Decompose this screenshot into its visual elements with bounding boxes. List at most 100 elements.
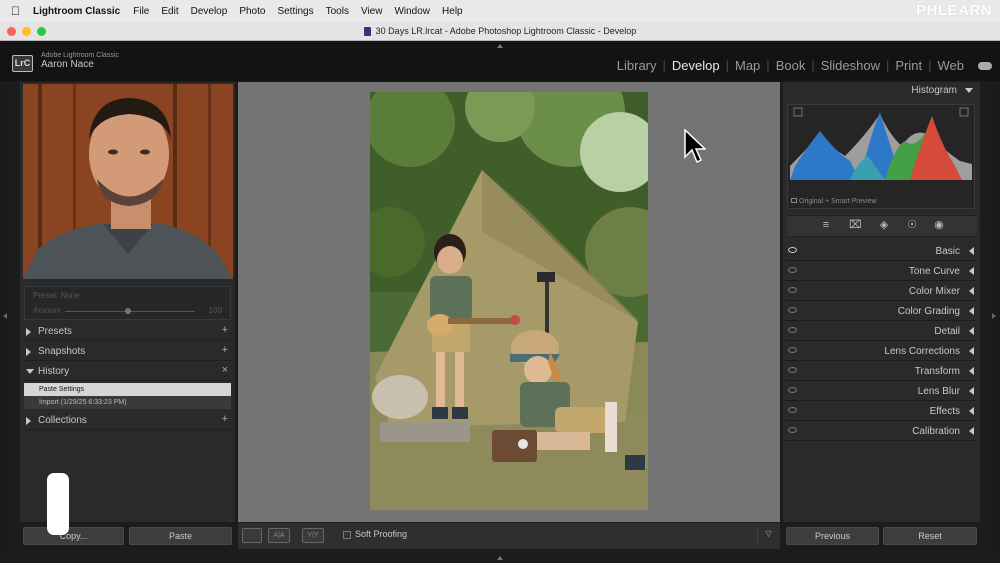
left-panel-toggle-icon[interactable] [3, 313, 7, 319]
before-after-view-button[interactable]: A|A [268, 528, 290, 543]
panel-transform[interactable]: Transform [785, 362, 978, 381]
menu-view[interactable]: View [361, 6, 383, 17]
eye-icon[interactable] [788, 347, 797, 353]
module-book[interactable]: Book [770, 58, 812, 73]
panel-color-mixer[interactable]: Color Mixer [785, 282, 978, 301]
zoom-window-button[interactable] [37, 27, 46, 36]
top-panel-toggle-icon[interactable] [497, 44, 503, 48]
mouse-cursor-icon [684, 129, 706, 164]
phlearn-watermark: PHLEARN [915, 2, 992, 19]
expand-triangle-icon [969, 327, 974, 335]
original-preview-icon [791, 198, 797, 203]
panel-color-mixer-label: Color Mixer [908, 286, 960, 297]
panel-tone-curve[interactable]: Tone Curve [785, 262, 978, 281]
previous-button[interactable]: Previous [786, 527, 879, 545]
add-preset-button[interactable]: + [222, 324, 228, 336]
before-after-split-button[interactable]: Y|Y [302, 528, 324, 543]
expand-triangle-icon [969, 247, 974, 255]
reset-button[interactable]: Reset [883, 527, 977, 545]
minimize-window-button[interactable] [22, 27, 31, 36]
close-window-button[interactable] [7, 27, 16, 36]
eye-icon[interactable] [788, 287, 797, 293]
menu-develop[interactable]: Develop [191, 6, 228, 17]
soft-proofing-checkbox[interactable] [343, 531, 351, 539]
amount-label: Amount [33, 306, 61, 315]
cloud-sync-icon[interactable] [978, 61, 992, 70]
expand-triangle-icon [969, 347, 974, 355]
menu-edit[interactable]: Edit [161, 6, 178, 17]
history-item-paste-settings[interactable]: Paste Settings [24, 383, 231, 396]
module-slideshow[interactable]: Slideshow [815, 58, 886, 73]
add-collection-button[interactable]: + [222, 413, 228, 425]
add-snapshot-button[interactable]: + [222, 344, 228, 356]
panel-lens-corrections-label: Lens Corrections [884, 346, 960, 357]
toolbar-content-dropdown[interactable]: ▽ [757, 529, 779, 542]
eye-icon[interactable] [788, 247, 797, 253]
loupe-view-button[interactable] [242, 528, 262, 543]
panel-basic[interactable]: Basic [785, 242, 978, 261]
identity-plate: Adobe Lightroom Classic Aaron Nace [41, 52, 119, 70]
paste-button[interactable]: Paste [129, 527, 232, 545]
panel-presets[interactable]: Presets + [23, 323, 232, 341]
copy-button[interactable]: Copy... [23, 527, 124, 545]
edit-sliders-icon[interactable]: ≡ [820, 219, 832, 231]
panel-detail[interactable]: Detail [785, 322, 978, 341]
eye-icon[interactable] [788, 327, 797, 333]
window-title: 30 Days LR.lrcat - Adobe Photoshop Light… [375, 26, 637, 36]
panel-history[interactable]: History × [23, 363, 232, 381]
eye-icon[interactable] [788, 307, 797, 313]
expand-triangle-icon [26, 328, 31, 336]
eye-icon[interactable] [788, 267, 797, 273]
module-web[interactable]: Web [932, 58, 971, 73]
panel-snapshots[interactable]: Snapshots + [23, 343, 232, 361]
right-panel-toggle-icon[interactable] [992, 313, 996, 319]
menu-photo[interactable]: Photo [239, 6, 265, 17]
amount-slider-knob[interactable] [125, 308, 131, 314]
healing-eraser-icon[interactable]: ◈ [878, 219, 890, 231]
menu-app-name[interactable]: Lightroom Classic [33, 6, 120, 17]
masking-icon[interactable]: ◉ [933, 219, 945, 231]
panel-collections[interactable]: Collections + [23, 412, 232, 430]
panel-calibration-label: Calibration [912, 426, 960, 437]
filmstrip-toggle-icon[interactable] [497, 556, 503, 560]
photo-preview[interactable] [370, 92, 648, 510]
panel-lens-blur-label: Lens Blur [917, 386, 960, 397]
expand-triangle-icon [969, 387, 974, 395]
eye-icon[interactable] [788, 427, 797, 433]
crop-icon[interactable]: ⌧ [849, 219, 862, 231]
panel-lens-corrections[interactable]: Lens Corrections [785, 342, 978, 361]
soft-proofing-label: Soft Proofing [355, 529, 408, 539]
panel-calibration[interactable]: Calibration [785, 422, 978, 441]
panel-color-grading[interactable]: Color Grading [785, 302, 978, 321]
menu-window[interactable]: Window [394, 6, 430, 17]
eye-icon[interactable] [788, 407, 797, 413]
collapse-triangle-icon [26, 369, 34, 374]
menu-file[interactable]: File [133, 6, 149, 17]
histogram-header[interactable]: Histogram [787, 85, 977, 99]
red-eye-icon[interactable]: ☉ [906, 219, 918, 231]
menu-help[interactable]: Help [442, 6, 463, 17]
module-print[interactable]: Print [889, 58, 928, 73]
expand-triangle-icon [969, 427, 974, 435]
traffic-lights [7, 27, 46, 36]
expand-triangle-icon [969, 267, 974, 275]
white-pill-overlay [47, 473, 69, 535]
clear-history-button[interactable]: × [222, 364, 228, 376]
panel-lens-blur[interactable]: Lens Blur [785, 382, 978, 401]
module-develop[interactable]: Develop [666, 58, 726, 73]
panel-history-label: History [38, 366, 70, 377]
eye-icon[interactable] [788, 387, 797, 393]
panel-effects[interactable]: Effects [785, 402, 978, 421]
history-item-import[interactable]: Import (1/29/25 6:33:23 PM) [24, 396, 231, 409]
module-map[interactable]: Map [729, 58, 766, 73]
expand-triangle-icon [969, 287, 974, 295]
expand-triangle-icon [26, 348, 31, 356]
module-library[interactable]: Library [611, 58, 663, 73]
menu-settings[interactable]: Settings [277, 6, 313, 17]
menu-tools[interactable]: Tools [326, 6, 349, 17]
histogram-graph [790, 107, 972, 180]
eye-icon[interactable] [788, 367, 797, 373]
collapse-triangle-icon [965, 88, 973, 93]
apple-menu-icon[interactable]:  [11, 4, 23, 18]
panel-presets-label: Presets [38, 326, 72, 337]
